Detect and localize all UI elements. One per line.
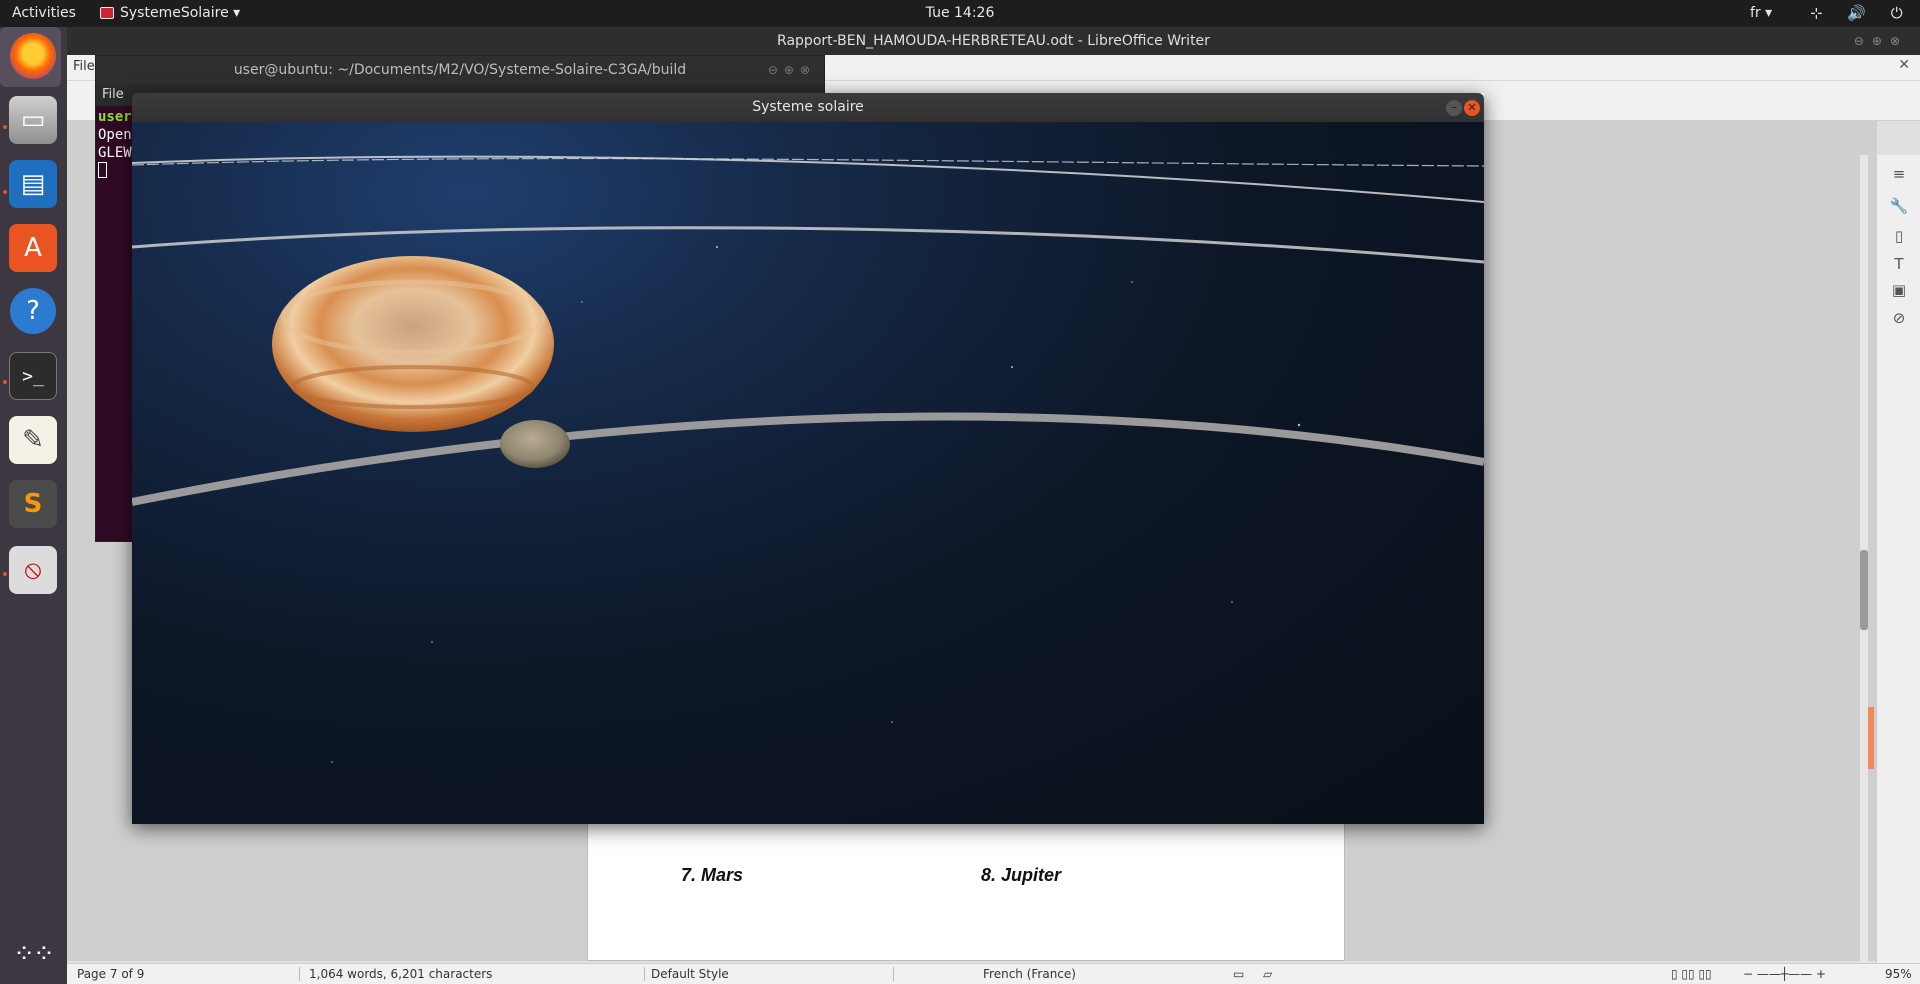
caption-jupiter: 8. Jupiter: [981, 865, 1062, 885]
clock[interactable]: Tue 14:26: [926, 0, 995, 27]
window-controls[interactable]: ⊖⊕⊗: [1854, 27, 1908, 55]
styles-icon[interactable]: T: [1888, 253, 1910, 275]
terminal-titlebar[interactable]: user@ubuntu: ~/Documents/M2/VO/Systeme-S…: [96, 56, 824, 84]
zoom-slider[interactable]: − ——┼—— +: [1743, 967, 1826, 981]
orbit-neptune: [132, 226, 1484, 264]
selection-mode-icon[interactable]: ▭: [1233, 967, 1244, 981]
chevron-down-icon: ▾: [233, 5, 241, 21]
window-controls[interactable]: ⊖⊕⊗: [768, 56, 816, 84]
running-indicator: [3, 190, 7, 194]
navigator-icon[interactable]: ⊘: [1888, 307, 1910, 329]
close-button[interactable]: ✕: [1464, 100, 1480, 116]
running-indicator: [3, 380, 7, 384]
menu-icon[interactable]: ≡: [1888, 163, 1910, 185]
firefox-icon[interactable]: [10, 33, 56, 79]
properties-icon[interactable]: 🔧: [1888, 195, 1910, 217]
top-bar: Activities SystemeSolaire ▾ Tue 14:26 fr…: [0, 0, 1920, 27]
language-label: fr: [1750, 5, 1761, 21]
text-editor-icon[interactable]: ✎: [9, 416, 57, 464]
dock: ▭ ▤ A ? >_ ✎ S ⦸ ⁘⁘: [0, 27, 67, 984]
view-layout-icons[interactable]: ▯ ▯▯ ▯▯: [1671, 967, 1712, 981]
page-style[interactable]: Default Style: [651, 967, 729, 981]
app-menu[interactable]: SystemeSolaire ▾: [100, 0, 240, 27]
libreoffice-writer-icon[interactable]: ▤: [9, 160, 57, 208]
language-indicator[interactable]: fr ▾: [1750, 0, 1772, 27]
menu-file[interactable]: File: [73, 59, 95, 74]
terminal-cursor: [98, 162, 107, 178]
chevron-down-icon: ▾: [1765, 5, 1773, 21]
running-indicator: [3, 572, 7, 576]
page-position-marker: [1868, 707, 1874, 769]
terminal-title: user@ubuntu: ~/Documents/M2/VO/Systeme-S…: [233, 62, 687, 78]
help-icon[interactable]: ?: [10, 288, 56, 334]
vertical-scrollbar[interactable]: [1860, 155, 1868, 967]
caption-mars: 7. Mars: [681, 865, 744, 885]
menu-file[interactable]: File: [102, 87, 124, 102]
scene-render: [132, 155, 1484, 763]
close-document-icon[interactable]: ✕: [1898, 57, 1910, 73]
gallery-icon[interactable]: ▣: [1888, 279, 1910, 301]
moon: [500, 420, 570, 468]
opengl-viewport[interactable]: [132, 122, 1484, 824]
document-modified-icon[interactable]: ▱: [1263, 967, 1272, 981]
divider: [644, 967, 645, 981]
running-indicator: [3, 125, 7, 129]
minimize-button[interactable]: –: [1446, 100, 1462, 116]
solar-system-title: Systeme solaire: [752, 99, 864, 115]
show-apps-icon[interactable]: ⁘⁘: [9, 930, 57, 978]
zoom-level[interactable]: 95%: [1885, 967, 1912, 981]
word-count[interactable]: 1,064 words, 6,201 characters: [309, 967, 492, 981]
sublime-text-icon[interactable]: S: [9, 480, 57, 528]
solar-system-window[interactable]: Systeme solaire – ✕: [132, 93, 1484, 824]
writer-titlebar[interactable]: Rapport-BEN_HAMOUDA-HERBRETEAU.odt - Lib…: [67, 27, 1920, 55]
app-menu-label: SystemeSolaire: [120, 5, 229, 21]
blocked-app-icon[interactable]: ⦸: [9, 546, 57, 594]
page-count[interactable]: Page 7 of 9: [77, 967, 144, 981]
solar-system-titlebar[interactable]: Systeme solaire – ✕: [132, 93, 1484, 122]
system-menu[interactable]: ⊹ 🔊 ⏻ ▾: [1810, 0, 1920, 27]
divider: [299, 967, 300, 981]
scrollbar-thumb[interactable]: [1860, 550, 1868, 630]
app-icon: [100, 7, 114, 19]
software-store-icon[interactable]: A: [9, 224, 57, 272]
divider: [893, 967, 894, 981]
activities-button[interactable]: Activities: [12, 0, 76, 27]
page-icon[interactable]: ▯: [1888, 225, 1910, 247]
writer-title: Rapport-BEN_HAMOUDA-HERBRETEAU.odt - Lib…: [777, 33, 1210, 49]
status-bar: Page 7 of 9 1,064 words, 6,201 character…: [67, 963, 1920, 984]
sidebar-deck: ≡ 🔧 ▯ T ▣ ⊘: [1876, 155, 1920, 967]
files-icon[interactable]: ▭: [9, 96, 57, 144]
text-language[interactable]: French (France): [983, 967, 1076, 981]
orbit-jupiter: [132, 412, 1484, 506]
orbit-saturn: [132, 155, 1484, 203]
terminal-icon[interactable]: >_: [9, 352, 57, 400]
